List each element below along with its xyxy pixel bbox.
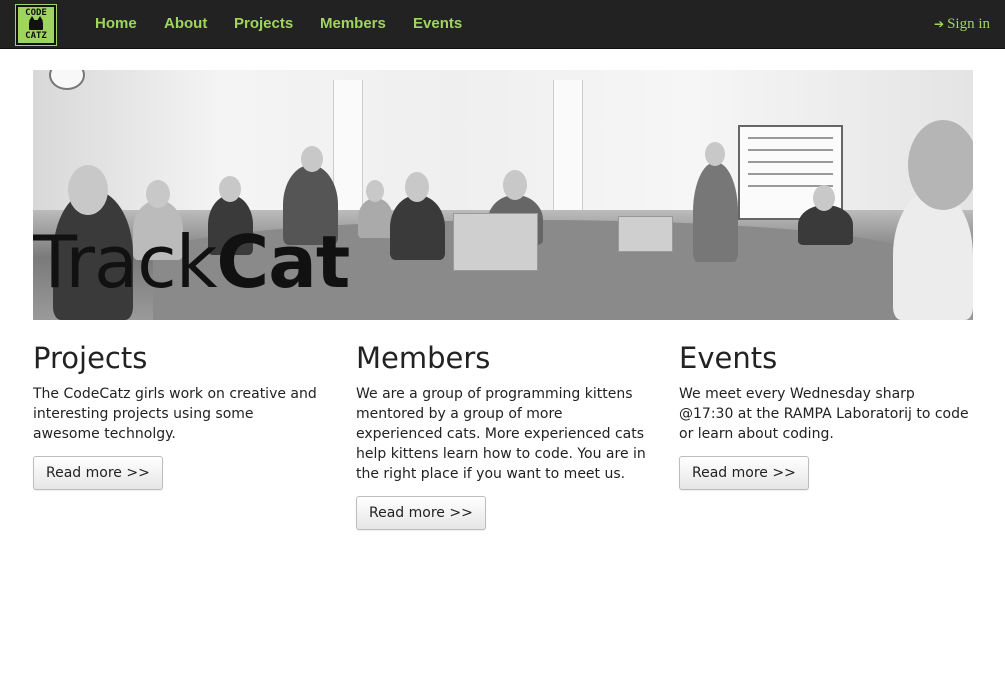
hero-photo-person-head bbox=[813, 185, 835, 211]
nav-link-projects[interactable]: Projects bbox=[234, 15, 293, 33]
nav-link-events[interactable]: Events bbox=[413, 15, 462, 33]
hero-photo-person-head bbox=[503, 170, 527, 200]
hero-photo-person-head bbox=[705, 142, 725, 166]
sign-in-link[interactable]: ➔ Sign in bbox=[934, 15, 990, 33]
sign-in-icon: ➔ bbox=[934, 17, 945, 31]
hero-photo-person-head bbox=[68, 165, 108, 215]
members-text: We are a group of programming kittens me… bbox=[356, 386, 646, 482]
nav-link-about[interactable]: About bbox=[164, 15, 207, 33]
hero-photo-person-head bbox=[366, 180, 384, 202]
hero-photo-person-head bbox=[301, 146, 323, 172]
hero-photo-window bbox=[333, 80, 363, 210]
sign-in-label: Sign in bbox=[947, 16, 990, 32]
hero-photo-laptop bbox=[453, 213, 538, 271]
projects-read-more-button[interactable]: Read more >> bbox=[33, 456, 163, 490]
hero-photo-person bbox=[358, 198, 393, 238]
cat-icon bbox=[29, 16, 43, 30]
nav-link-members[interactable]: Members bbox=[320, 15, 386, 33]
projects-heading: Projects bbox=[33, 341, 148, 375]
events-heading: Events bbox=[679, 341, 778, 375]
projects-text: The CodeCatz girls work on creative and … bbox=[33, 386, 317, 442]
hero-photo-laptop bbox=[618, 216, 673, 252]
events-read-more-button[interactable]: Read more >> bbox=[679, 456, 809, 490]
hero-photo-person-head bbox=[146, 180, 170, 208]
hero-photo-window bbox=[553, 80, 583, 210]
members-column: Members We are a group of programming ki… bbox=[356, 340, 646, 530]
hero-banner: TrackCat bbox=[33, 70, 973, 320]
hero-photo-person-head bbox=[405, 172, 429, 202]
hero-title-part2: Cat bbox=[216, 220, 350, 304]
codecatz-logo[interactable]: CODE CATZ bbox=[15, 4, 57, 46]
events-text: We meet every Wednesday sharp @17:30 at … bbox=[679, 386, 969, 442]
hero-photo-person bbox=[798, 205, 853, 245]
hero-photo-person bbox=[693, 162, 738, 262]
hero-photo-person-head bbox=[908, 120, 973, 210]
members-read-more-button[interactable]: Read more >> bbox=[356, 496, 486, 530]
top-navbar: CODE CATZ Home About Projects Members Ev… bbox=[0, 0, 1005, 49]
logo-text-bottom: CATZ bbox=[25, 31, 47, 41]
hero-title: TrackCat bbox=[33, 220, 350, 304]
hero-title-part1: Track bbox=[33, 220, 217, 304]
members-heading: Members bbox=[356, 341, 491, 375]
hero-photo-person-head bbox=[219, 176, 241, 202]
events-column: Events We meet every Wednesday sharp @17… bbox=[679, 340, 969, 490]
hero-photo-person bbox=[893, 190, 973, 320]
hero-photo-person bbox=[390, 195, 445, 260]
nav-link-home[interactable]: Home bbox=[95, 15, 137, 33]
projects-column: Projects The CodeCatz girls work on crea… bbox=[33, 340, 323, 490]
